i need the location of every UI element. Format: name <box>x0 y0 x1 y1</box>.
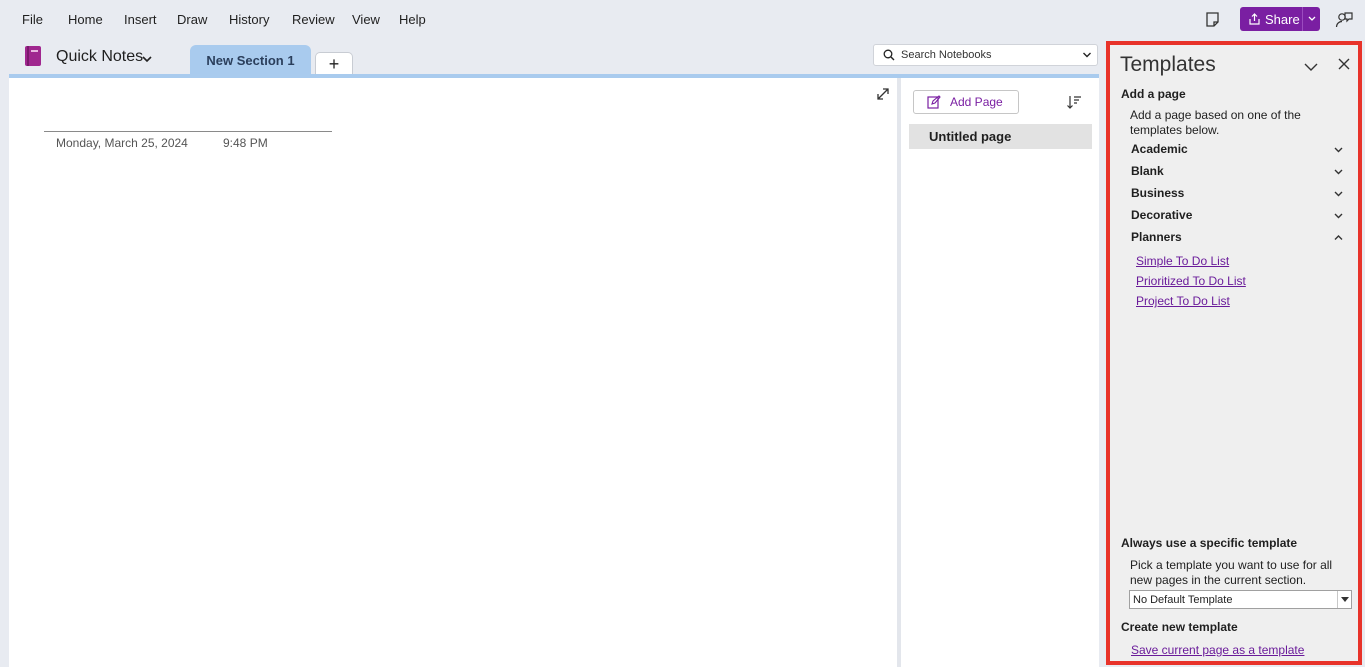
chevron-down-icon <box>1334 213 1343 218</box>
chevron-down-icon[interactable] <box>1082 51 1092 59</box>
notebook-name[interactable]: Quick Notes <box>56 48 143 66</box>
always-template-desc: Pick a template you want to use for all <box>1130 558 1333 572</box>
always-template-desc: new pages in the current section. <box>1130 573 1307 587</box>
chevron-down-icon[interactable] <box>141 52 153 63</box>
menu-review[interactable]: Review <box>292 12 335 27</box>
sort-icon[interactable] <box>1066 94 1082 110</box>
category-decorative[interactable]: Decorative <box>1131 206 1343 224</box>
category-business[interactable]: Business <box>1131 184 1343 202</box>
menu-home[interactable]: Home <box>68 12 103 27</box>
menu-draw[interactable]: Draw <box>177 12 207 27</box>
page-list-item[interactable]: Untitled page <box>909 124 1092 149</box>
category-label: Planners <box>1131 230 1182 244</box>
page-date: Monday, March 25, 2024 <box>56 136 188 150</box>
templates-title: Templates <box>1120 53 1216 76</box>
chevron-up-icon <box>1334 234 1343 240</box>
template-link-simple-todo[interactable]: Simple To Do List <box>1136 254 1229 268</box>
menu-help[interactable]: Help <box>399 12 426 27</box>
page-time: 9:48 PM <box>223 136 268 150</box>
search-notebooks-box[interactable] <box>873 44 1098 66</box>
add-page-icon <box>927 95 941 109</box>
add-page-desc: Add a page based on one of the <box>1130 108 1301 122</box>
add-page-label: Add Page <box>950 95 1003 109</box>
menu-history[interactable]: History <box>229 12 269 27</box>
share-dropdown[interactable] <box>1302 7 1320 31</box>
category-label: Decorative <box>1131 208 1193 222</box>
category-label: Business <box>1131 186 1185 200</box>
add-page-desc: templates below. <box>1130 123 1220 137</box>
search-input[interactable] <box>901 49 1071 61</box>
category-academic[interactable]: Academic <box>1131 140 1343 158</box>
chevron-down-icon <box>1334 191 1343 196</box>
share-button[interactable]: Share <box>1240 7 1320 31</box>
save-as-template-link[interactable]: Save current page as a template <box>1131 643 1304 657</box>
notebook-icon[interactable] <box>24 45 42 67</box>
create-template-heading: Create new template <box>1121 620 1238 634</box>
share-icon <box>1249 12 1260 25</box>
tab-new-section-1[interactable]: New Section 1 <box>190 45 311 76</box>
template-link-prioritized-todo[interactable]: Prioritized To Do List <box>1136 274 1246 288</box>
chevron-down-icon <box>1334 147 1343 152</box>
category-label: Blank <box>1131 164 1164 178</box>
chevron-down-icon <box>1308 16 1315 21</box>
add-section-button[interactable]: + <box>315 52 353 75</box>
menu-file[interactable]: File <box>22 12 43 27</box>
add-page-heading: Add a page <box>1121 87 1186 101</box>
pages-pane: Add Page Untitled page <box>901 78 1099 667</box>
add-page-button[interactable]: Add Page <box>913 90 1019 114</box>
chevron-down-icon[interactable] <box>1304 60 1318 71</box>
dropdown-arrow-icon <box>1337 591 1351 608</box>
chevron-down-icon <box>1334 169 1343 174</box>
menu-bar: File Home Insert Draw History Review Vie… <box>0 0 1365 40</box>
category-blank[interactable]: Blank <box>1131 162 1343 180</box>
page-canvas[interactable]: Monday, March 25, 2024 9:48 PM <box>9 78 897 667</box>
search-icon <box>883 49 895 61</box>
category-label: Academic <box>1131 142 1188 156</box>
default-template-value: No Default Template <box>1133 593 1233 606</box>
templates-panel: Templates Add a page Add a page based on… <box>1106 41 1362 665</box>
menu-insert[interactable]: Insert <box>124 12 157 27</box>
expand-icon[interactable] <box>875 86 891 102</box>
feedback-icon[interactable] <box>1334 10 1354 30</box>
category-planners[interactable]: Planners <box>1131 228 1343 246</box>
default-template-select[interactable]: No Default Template <box>1129 590 1352 609</box>
always-template-heading: Always use a specific template <box>1121 536 1298 550</box>
template-link-project-todo[interactable]: Project To Do List <box>1136 294 1230 308</box>
share-label: Share <box>1265 11 1300 27</box>
menu-view[interactable]: View <box>352 12 380 27</box>
sticky-notes-icon[interactable] <box>1203 10 1223 30</box>
page-title-line[interactable] <box>44 131 332 132</box>
close-icon[interactable] <box>1338 58 1350 70</box>
